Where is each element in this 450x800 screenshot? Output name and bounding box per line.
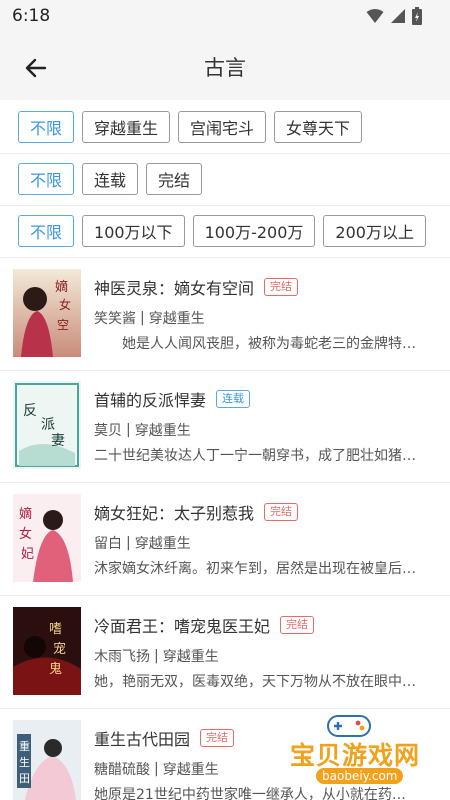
svg-text:女: 女 [19,526,32,542]
status-bar: 6:18 [0,0,450,34]
svg-text:宠: 宠 [53,641,66,657]
filter-chip-female-rule[interactable]: 女尊天下 [274,111,363,143]
battery-icon [412,7,422,25]
book-description: 她，艳丽无双，医毒双绝，天下万物从不放在眼中… [94,674,416,690]
book-description: 二十世纪美妆达人丁一宁一朝穿书，成了肥壮如猪… [94,448,416,464]
svg-text:重: 重 [19,739,30,753]
book-author: 留白 [94,536,122,552]
svg-text:嫡: 嫡 [19,506,32,522]
page-title: 古言 [204,56,246,80]
svg-text:空: 空 [57,318,69,332]
book-category: 穿越重生 [162,649,219,665]
book-title: 嫡女狂妃：太子别惹我 [94,504,255,523]
status-badge: 完结 [200,729,235,747]
book-meta: 莫贝 | 穿越重生 [94,420,191,440]
book-category: 穿越重生 [134,536,191,552]
book-list-item[interactable]: 反 派 妻 首辅的反派悍妻 连载 莫贝 | 穿越重生 二十世纪美妆达人丁一宁一朝… [0,371,450,483]
filter-chip-palace[interactable]: 宫闱宅斗 [178,111,267,143]
status-badge: 完结 [280,616,315,634]
filter-chip-ongoing[interactable]: 连载 [82,163,139,195]
filter-chip-all[interactable]: 不限 [18,111,75,143]
book-cover: 反 派 妻 [13,381,81,469]
book-cover: 重 生 田 [13,720,81,800]
watermark-text: 宝贝游戏网 [290,741,421,770]
book-category: 穿越重生 [134,423,191,439]
book-description: 沐家嫡女沐纤离。初来乍到，居然是出现在被皇后… [94,561,416,577]
app-bar: 古言 [0,34,450,100]
gamepad-icon [327,715,371,737]
book-author: 莫贝 [94,423,122,439]
book-category: 穿越重生 [148,311,205,327]
wifi-icon [366,9,384,23]
svg-text:妃: 妃 [21,547,34,562]
filter-chip-time-travel[interactable]: 穿越重生 [82,111,171,143]
book-meta: 糖醋硫酸 | 穿越重生 [94,759,219,779]
book-author: 木雨飞扬 [94,649,150,665]
book-meta: 木雨飞扬 | 穿越重生 [94,646,219,666]
filter-chip-over-2m[interactable]: 200万以上 [323,215,426,247]
filter-chip-completed[interactable]: 完结 [146,163,203,195]
meta-separator: | [140,310,145,326]
svg-text:反: 反 [23,403,37,419]
status-badge: 完结 [264,278,299,296]
meta-separator: | [126,535,131,551]
meta-separator: | [154,761,159,777]
watermark-url: baobeiy.com [316,768,404,784]
book-meta: 留白 | 穿越重生 [94,533,191,553]
book-title: 重生古代田园 [94,730,191,749]
status-badge: 完结 [264,503,299,521]
filter-chip-all[interactable]: 不限 [18,163,75,195]
meta-separator: | [126,422,131,438]
book-list-item[interactable]: 嫡 女 妃 嫡女狂妃：太子别惹我 完结 留白 | 穿越重生 沐家嫡女沐纤离。初来… [0,484,450,596]
book-cover: 嫡 女 空 [13,269,81,357]
filter-chip-all[interactable]: 不限 [18,215,75,247]
status-time: 6:18 [12,6,51,26]
svg-text:妻: 妻 [51,433,65,449]
book-cover: 嗜 宠 鬼 [13,607,81,695]
svg-text:田: 田 [19,772,30,785]
book-description: 她是人人闻风丧胆，被称为毒蛇老三的金牌特… [122,336,416,352]
svg-text:生: 生 [19,755,30,769]
status-icons [366,7,422,25]
filter-row-category: 不限 穿越重生 宫闱宅斗 女尊天下 [0,102,450,154]
book-list-item[interactable]: 嫡 女 空 神医灵泉：嫡女有空间 完结 笑笑酱 | 穿越重生 她是人人闻风丧胆，… [0,259,450,371]
book-author: 糖醋硫酸 [94,762,150,778]
svg-text:女: 女 [59,297,71,312]
svg-text:嫡: 嫡 [55,279,68,295]
meta-separator: | [154,648,159,664]
book-category: 穿越重生 [162,762,219,778]
book-meta: 笑笑酱 | 穿越重生 [94,308,205,328]
signal-icon [391,9,405,23]
svg-text:嗜: 嗜 [49,622,62,637]
book-cover: 嫡 女 妃 [13,494,81,582]
filter-row-wordcount: 不限 100万以下 100万-200万 200万以上 [0,206,450,258]
filter-chip-under-1m[interactable]: 100万以下 [82,215,185,247]
book-title: 神医灵泉：嫡女有空间 [94,279,255,298]
book-list-item[interactable]: 嗜 宠 鬼 冷面君王：嗜宠鬼医王妃 完结 木雨飞扬 | 穿越重生 她，艳丽无双，… [0,597,450,709]
book-title: 首辅的反派悍妻 [94,391,207,410]
book-title: 冷面君王：嗜宠鬼医王妃 [94,617,271,636]
status-badge: 连载 [216,390,251,408]
filter-row-status: 不限 连载 完结 [0,154,450,206]
watermark-logo: 宝贝游戏网 baobeiy.com [290,712,420,790]
book-author: 笑笑酱 [94,311,136,327]
filter-chip-1m-2m[interactable]: 100万-200万 [192,215,316,247]
svg-text:派: 派 [41,417,55,433]
svg-text:鬼: 鬼 [49,661,62,677]
